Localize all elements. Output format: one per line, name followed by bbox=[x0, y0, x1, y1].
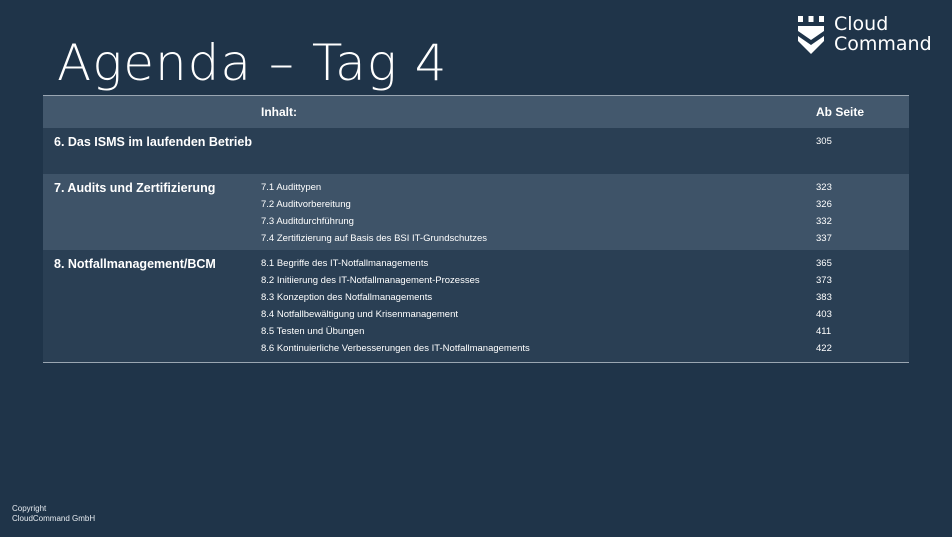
item-label: 7.2 Auditvorbereitung bbox=[261, 199, 351, 210]
item-label: 8.3 Konzeption des Notfallmanagements bbox=[261, 292, 433, 303]
copyright-line-2: CloudCommand GmbH bbox=[12, 514, 96, 523]
shield-crown-icon bbox=[798, 16, 824, 54]
table-row-section-8: 8. Notfallmanagement/BCM 8.1 Begriffe de… bbox=[43, 250, 909, 362]
table-row-section-7: 7. Audits und Zertifizierung 7.1 Auditty… bbox=[43, 174, 909, 250]
item-label: 7.3 Auditdurchführung bbox=[261, 216, 354, 227]
item-page: 323 bbox=[816, 182, 832, 193]
list-item: 7.2 Auditvorbereitung 326 bbox=[261, 199, 901, 216]
page-title: Agenda – Tag 4 bbox=[57, 34, 448, 92]
table-row-section-6: 6. Das ISMS im laufenden Betrieb 305 bbox=[43, 128, 909, 174]
list-item: 8.1 Begriffe des IT-Notfallmanagements 3… bbox=[261, 258, 901, 275]
logo-line-2: Command bbox=[834, 33, 932, 55]
agenda-table: Inhalt: Ab Seite 6. Das ISMS im laufende… bbox=[43, 95, 909, 363]
copyright-notice: Copyright CloudCommand GmbH bbox=[12, 504, 95, 524]
item-label: 8.4 Notfallbewältigung und Krisenmanagem… bbox=[261, 309, 458, 320]
section-title: 7. Audits und Zertifizierung bbox=[54, 181, 216, 195]
section-items: 7.1 Audittypen 323 7.2 Auditvorbereitung… bbox=[261, 182, 901, 250]
item-page: 373 bbox=[816, 275, 832, 286]
list-item: 7.4 Zertifizierung auf Basis des BSI IT-… bbox=[261, 233, 901, 250]
section-items: 8.1 Begriffe des IT-Notfallmanagements 3… bbox=[261, 258, 901, 360]
list-item: 8.5 Testen und Übungen 411 bbox=[261, 326, 901, 343]
table-header-row: Inhalt: Ab Seite bbox=[43, 96, 909, 128]
item-label: 7.4 Zertifizierung auf Basis des BSI IT-… bbox=[261, 233, 487, 244]
company-logo: Cloud Command bbox=[796, 14, 941, 58]
section-title: 6. Das ISMS im laufenden Betrieb bbox=[54, 135, 252, 149]
item-page: 337 bbox=[816, 233, 832, 244]
header-inhalt: Inhalt: bbox=[261, 105, 297, 119]
header-ab-seite: Ab Seite bbox=[816, 105, 865, 119]
item-label: 8.2 Initiierung des IT-Notfallmanagement… bbox=[261, 275, 480, 286]
copyright-line-1: Copyright bbox=[12, 504, 47, 513]
item-page: 403 bbox=[816, 309, 832, 320]
table-bottom-rule bbox=[43, 362, 909, 363]
slide: Agenda – Tag 4 Cloud Command Inhalt: Ab … bbox=[0, 0, 952, 537]
list-item: 7.3 Auditdurchführung 332 bbox=[261, 216, 901, 233]
item-label: 8.6 Kontinuierliche Verbesserungen des I… bbox=[261, 343, 530, 354]
list-item: 8.4 Notfallbewältigung und Krisenmanagem… bbox=[261, 309, 901, 326]
list-item: 8.2 Initiierung des IT-Notfallmanagement… bbox=[261, 275, 901, 292]
item-page: 326 bbox=[816, 199, 832, 210]
section-title: 8. Notfallmanagement/BCM bbox=[54, 257, 216, 271]
item-label: 8.5 Testen und Übungen bbox=[261, 326, 365, 337]
list-item: 8.3 Konzeption des Notfallmanagements 38… bbox=[261, 292, 901, 309]
item-page: 383 bbox=[816, 292, 832, 303]
item-label: 7.1 Audittypen bbox=[261, 182, 322, 193]
list-item: 7.1 Audittypen 323 bbox=[261, 182, 901, 199]
list-item: 305 bbox=[261, 136, 901, 153]
section-items: 305 bbox=[261, 136, 901, 153]
item-page: 332 bbox=[816, 216, 832, 227]
item-page: 422 bbox=[816, 343, 832, 354]
logo-wordmark: Cloud Command bbox=[834, 14, 932, 54]
item-page: 411 bbox=[816, 326, 832, 337]
list-item: 8.6 Kontinuierliche Verbesserungen des I… bbox=[261, 343, 901, 360]
item-label: 8.1 Begriffe des IT-Notfallmanagements bbox=[261, 258, 429, 269]
item-page: 305 bbox=[816, 136, 832, 147]
logo-line-1: Cloud bbox=[834, 13, 889, 35]
item-page: 365 bbox=[816, 258, 832, 269]
